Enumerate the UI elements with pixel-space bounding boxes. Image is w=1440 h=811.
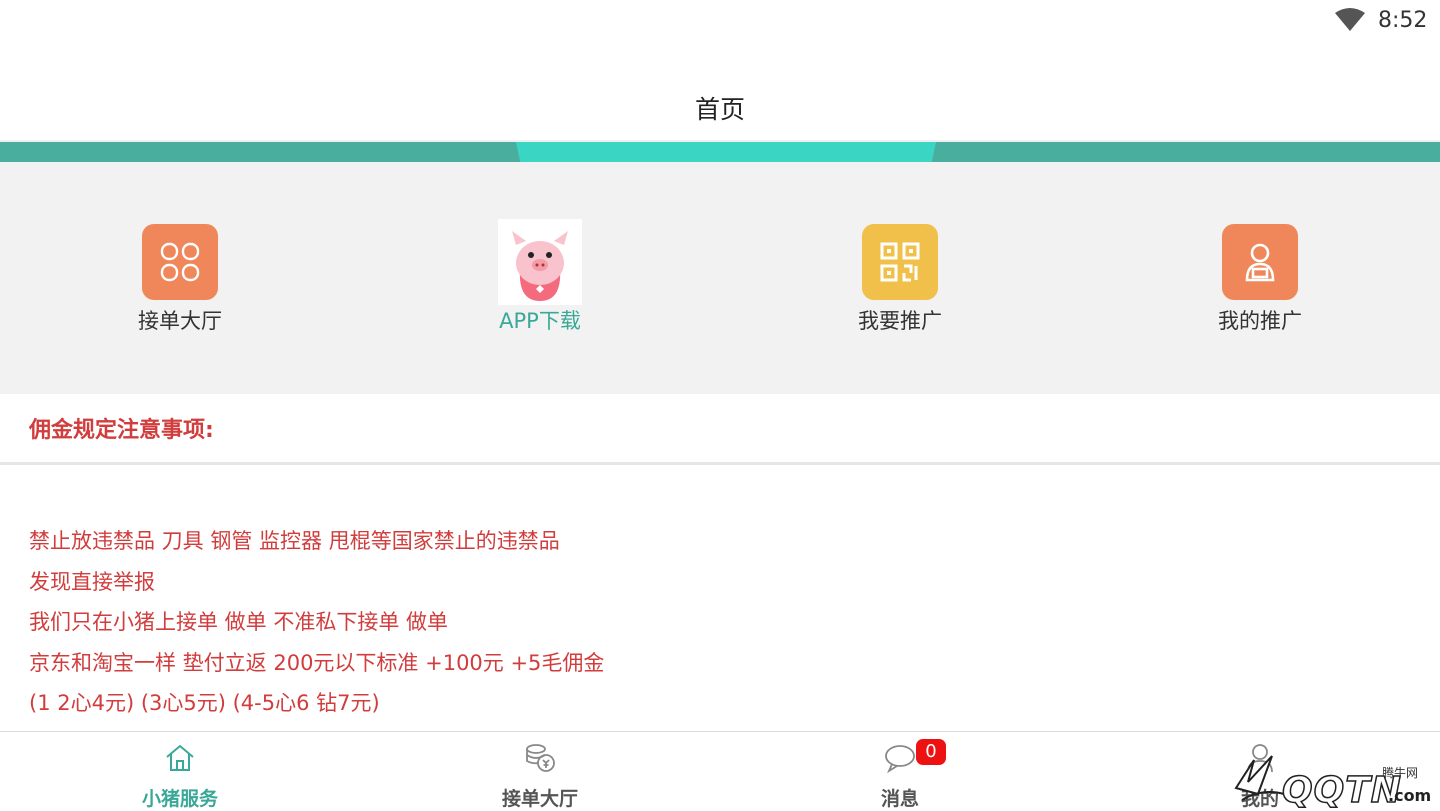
quick-item-promote[interactable]: 我要推广 [720,162,1080,394]
nav-tab-messages[interactable]: 消息 [720,732,1080,811]
home-icon [166,744,194,771]
watermark-logo: 腾牛网 QQTN .com [1232,752,1432,811]
notice-line: (1 2心4元) (3心5元) (4-5心6 钻7元) [29,691,380,715]
nav-label: 小猪服务 [141,788,218,810]
banner-strip[interactable] [0,142,1440,162]
quick-item-label: APP下载 [499,309,581,333]
notice-line: 京东和淘宝一样 垫付立返 200元以下标准 +100元 +5毛佣金 [29,651,605,675]
notice-title: 佣金规定注意事项: [29,418,214,443]
nav-tab-order-hall[interactable]: 接单大厅 [360,732,720,811]
chat-icon [885,745,915,774]
page-title: 首页 [694,95,745,124]
quick-menu: 接单大厅 APP下载 我要推广 我的推广 [0,162,1440,394]
unread-badge: 0 [916,739,946,765]
clover-icon [142,224,218,300]
quick-item-my-promotion[interactable]: 我的推广 [1080,162,1440,394]
qr-code-icon [862,224,938,300]
user-icon [1222,224,1298,300]
watermark-text: QQTN [1281,769,1402,811]
quick-item-label: 我要推广 [858,309,942,333]
nav-label: 接单大厅 [501,788,578,810]
nav-tab-service[interactable]: 小猪服务 [0,732,360,811]
wifi-icon [1335,8,1365,31]
title-bar: 首页 [0,44,1440,140]
watermark-swoosh-icon [1234,755,1285,801]
notice-header: 佣金规定注意事项: [0,394,1440,462]
pig-image [498,219,582,305]
nav-label: 消息 [880,788,919,810]
notice-line: 我们只在小猪上接单 做单 不准私下接单 做单 [29,610,449,634]
quick-item-app-download[interactable]: APP下载 [360,162,720,394]
notice-line: 发现直接举报 [29,570,155,594]
quick-item-label: 接单大厅 [138,309,222,333]
quick-item-order-hall[interactable]: 接单大厅 [0,162,360,394]
bottom-nav: 小猪服务 接单大厅 消息 0 我的 [0,731,1440,811]
status-time: 8:52 [1378,8,1428,33]
coins-icon [526,744,555,772]
watermark-suffix: .com [1388,786,1432,805]
notice-body: 禁止放违禁品 刀具 钢管 监控器 甩棍等国家禁止的违禁品 发现直接举报 我们只在… [0,465,1440,731]
banner-highlight [516,142,936,162]
quick-item-label: 我的推广 [1218,309,1302,333]
status-bar: 8:52 [0,0,1440,44]
notice-line: 禁止放违禁品 刀具 钢管 监控器 甩棍等国家禁止的违禁品 [29,529,560,553]
